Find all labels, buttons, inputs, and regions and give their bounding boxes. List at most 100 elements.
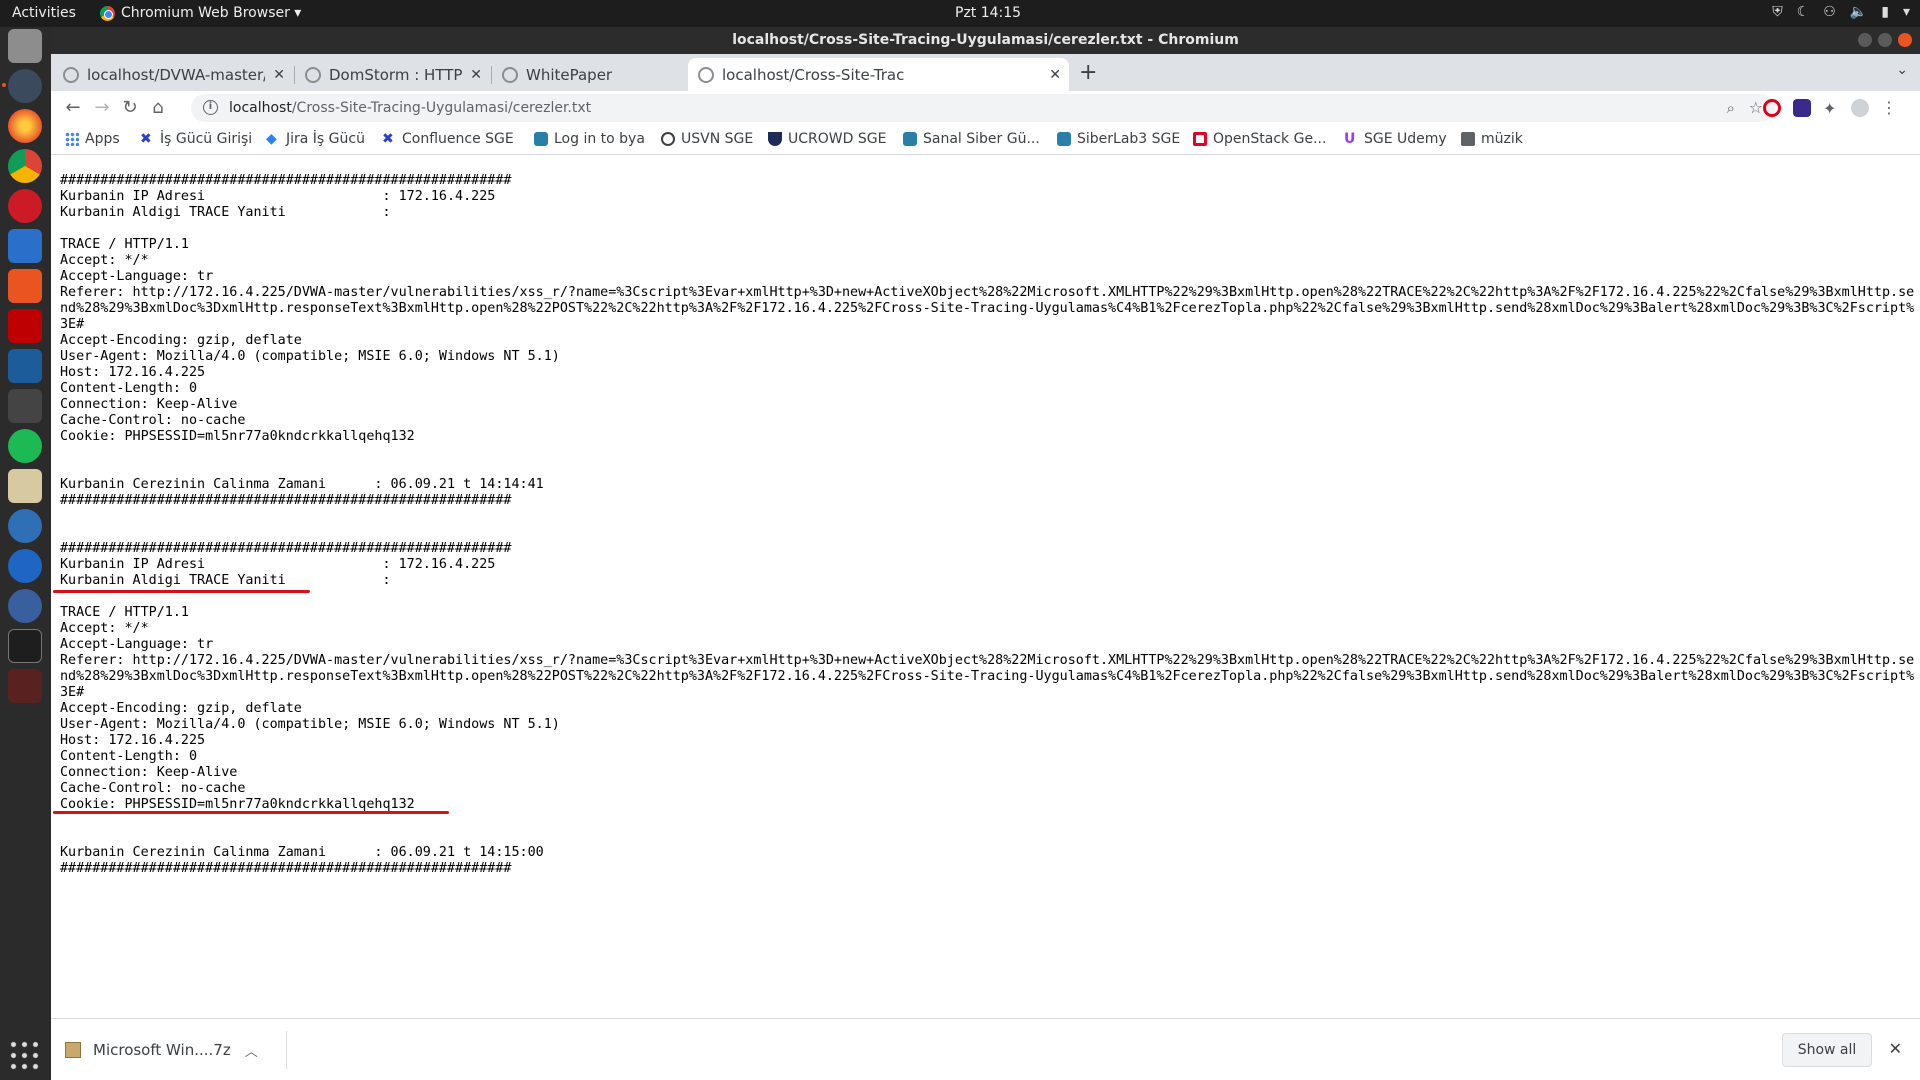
show-all-button[interactable]: Show all: [1782, 1033, 1872, 1067]
chromium-dock-icon[interactable]: [2, 69, 42, 103]
bookmark-label: Sanal Siber Gü...: [923, 131, 1040, 147]
gnome-top-bar: Activities Chromium Web Browser ▾ Pzt 14…: [0, 0, 1920, 27]
clock[interactable]: Pzt 14:15: [955, 5, 1021, 21]
chrome-icon[interactable]: [8, 149, 42, 183]
close-icon[interactable]: ✕: [1049, 67, 1061, 83]
bookmark-folder-muzik[interactable]: müzik: [1461, 131, 1523, 147]
text-editor-icon[interactable]: [8, 469, 42, 503]
activities-button[interactable]: Activities: [12, 5, 76, 21]
network-icon: ⚇: [1823, 4, 1836, 20]
show-applications-icon[interactable]: [8, 1039, 42, 1073]
terminal-icon[interactable]: [8, 629, 42, 663]
site-icon: [534, 132, 548, 146]
reload-icon[interactable]: ↻: [117, 95, 143, 121]
page-content: ########################################…: [51, 155, 1920, 1018]
confluence-x-icon: ✖: [382, 131, 394, 147]
tab-whitepaper[interactable]: WhitePaper: [492, 58, 687, 91]
zoom-icon[interactable]: ⌕: [1727, 94, 1735, 122]
back-arrow-icon[interactable]: ←: [60, 95, 86, 121]
bookmark-is-gucu-girisi[interactable]: ✖ İş Gücü Girişi: [140, 131, 252, 147]
bookmark-star-icon[interactable]: ☆: [1749, 94, 1763, 122]
ubuntu-dock: [0, 27, 51, 1080]
opera-icon[interactable]: [8, 189, 42, 223]
bookmark-label: USVN SGE: [681, 131, 754, 147]
app-menu-label: Chromium Web Browser ▾: [121, 5, 302, 21]
extension-badge-icon[interactable]: [1793, 99, 1811, 117]
vpn-lock-icon[interactable]: [8, 589, 42, 623]
tab-label: WhitePaper: [526, 65, 613, 84]
globe-icon: [63, 66, 79, 83]
bluetooth-icon[interactable]: [8, 549, 42, 583]
forward-arrow-icon[interactable]: →: [89, 95, 115, 121]
menu-kebab-icon[interactable]: ⋮: [1881, 99, 1899, 117]
bookmark-usvn[interactable]: USVN SGE: [661, 131, 753, 147]
tab-strip: localhost/DVWA-master/ ✕ DomStorm : HTTP…: [51, 54, 1920, 91]
openstack-icon: [1193, 132, 1207, 146]
bookmark-sanal-siber[interactable]: Sanal Siber Gü...: [903, 131, 1040, 147]
battery-icon: ▮: [1881, 4, 1889, 20]
jira-x-icon: ✖: [140, 131, 152, 147]
software-center-icon[interactable]: [8, 269, 42, 303]
maximize-button[interactable]: [1878, 33, 1892, 47]
close-icon[interactable]: ✕: [1889, 1039, 1902, 1058]
window-controls: [1858, 33, 1912, 47]
bookmark-sge-udemy[interactable]: U SGE Udemy: [1344, 131, 1447, 147]
bookmark-apps[interactable]: Apps: [65, 131, 120, 147]
url-host: localhost: [229, 100, 292, 116]
bookmark-label: Apps: [85, 131, 120, 147]
apps-grid-icon: [65, 132, 79, 146]
domstorm-icon: [305, 66, 321, 83]
shield-icon[interactable]: ⛨: [1772, 4, 1783, 20]
site-icon: [1057, 132, 1071, 146]
globe-icon: [661, 132, 675, 146]
jira-diamond-icon: ◆: [266, 131, 277, 147]
site-icon: [903, 132, 917, 146]
bookmark-label: Confluence SGE: [402, 131, 514, 147]
profile-avatar-icon[interactable]: [1851, 99, 1869, 117]
bookmark-log-in-to-bya[interactable]: Log in to bya: [534, 131, 645, 147]
tab-domstorm[interactable]: DomStorm : HTTP Metho ✕: [295, 58, 490, 91]
info-icon[interactable]: i: [203, 100, 218, 115]
text-document-icon[interactable]: [8, 229, 42, 263]
app-menu[interactable]: Chromium Web Browser ▾: [100, 5, 301, 21]
opera-extension-icon[interactable]: [1763, 99, 1781, 117]
filezilla-icon[interactable]: [8, 309, 42, 343]
bookmark-confluence[interactable]: ✖ Confluence SGE: [382, 131, 514, 147]
close-icon[interactable]: ✕: [273, 67, 285, 83]
close-icon[interactable]: ✕: [470, 67, 482, 83]
tab-dvwa[interactable]: localhost/DVWA-master/ ✕: [53, 58, 293, 91]
window-title: localhost/Cross-Site-Tracing-Uygulamasi/…: [732, 32, 1239, 48]
tab-label: DomStorm : HTTP Metho: [329, 65, 463, 84]
virtualbox-icon[interactable]: [8, 349, 42, 383]
files-icon[interactable]: [8, 29, 42, 63]
puzzle-extensions-icon[interactable]: ✦: [1823, 99, 1841, 118]
browser-toolbar: ← → ↻ ⌂ i localhost/Cross-Site-Tracing-U…: [51, 91, 1920, 125]
home-icon[interactable]: ⌂: [145, 95, 171, 121]
screen-recorder-icon[interactable]: [8, 669, 42, 703]
chevron-up-icon[interactable]: ︿: [245, 1041, 258, 1060]
spotify-icon[interactable]: [8, 429, 42, 463]
address-bar[interactable]: i localhost/Cross-Site-Tracing-Uygulamas…: [191, 94, 1775, 122]
chevron-down-icon[interactable]: ▾: [1903, 4, 1910, 20]
close-window-button[interactable]: [1898, 33, 1912, 47]
bookmark-jira-is-gucu[interactable]: ◆ Jira İş Gücü: [266, 131, 365, 147]
bookmark-label: Log in to bya: [554, 131, 645, 147]
bookmark-label: İş Gücü Girişi: [160, 131, 253, 147]
window-title-bar: localhost/Cross-Site-Tracing-Uygulamasi/…: [51, 27, 1920, 54]
udemy-icon: U: [1344, 131, 1356, 147]
bookmark-label: UCROWD SGE: [788, 131, 887, 147]
bookmark-openstack[interactable]: OpenStack Ge...: [1193, 131, 1326, 147]
thunderbird-icon[interactable]: [8, 509, 42, 543]
tab-cerezler[interactable]: localhost/Cross-Site-Trac ✕: [688, 58, 1069, 91]
bookmark-siberlab3[interactable]: SiberLab3 SGE: [1057, 131, 1180, 147]
inkscape-icon[interactable]: [8, 389, 42, 423]
volume-icon: 🔈: [1849, 4, 1868, 20]
minimize-button[interactable]: [1858, 33, 1872, 47]
new-tab-button[interactable]: +: [1079, 60, 1097, 85]
download-item[interactable]: Microsoft Win....7z ︿: [65, 1031, 285, 1069]
tab-search-icon[interactable]: ⌄: [1896, 62, 1908, 78]
system-tray[interactable]: ⛨ ☾ ⚇ 🔈 ▮ ▾: [1772, 4, 1910, 20]
bookmark-label: SiberLab3 SGE: [1077, 131, 1181, 147]
firefox-icon[interactable]: [8, 109, 42, 143]
bookmark-ucrowd[interactable]: UCROWD SGE: [768, 131, 886, 147]
